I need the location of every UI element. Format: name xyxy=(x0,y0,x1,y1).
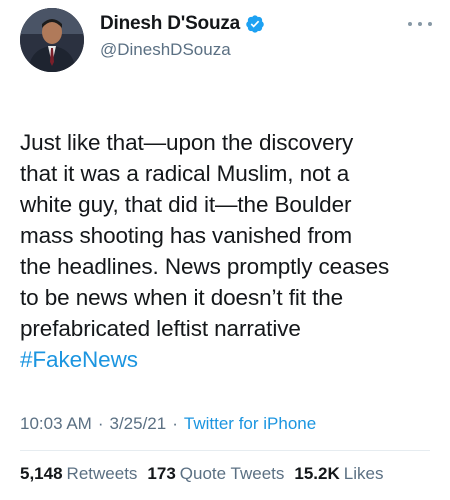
retweets-stat[interactable]: 5,148 Retweets xyxy=(20,464,137,484)
verified-badge-icon xyxy=(245,14,265,34)
retweets-label: Retweets xyxy=(66,464,138,483)
tweet-body: Just like that—upon the discovery that i… xyxy=(20,96,440,406)
retweets-count: 5,148 xyxy=(20,464,63,483)
avatar-image xyxy=(20,8,84,72)
meta-separator: · xyxy=(172,414,178,433)
divider xyxy=(20,450,430,451)
quote-tweets-stat[interactable]: 173 Quote Tweets xyxy=(147,464,284,484)
tweet-time[interactable]: 10:03 AM xyxy=(20,414,92,434)
meta-separator: · xyxy=(97,414,104,433)
tweet-source-link[interactable]: Twitter for iPhone xyxy=(184,414,316,434)
hashtag-link[interactable]: #FakeNews xyxy=(20,344,440,375)
author-name-row: Dinesh D'Souza xyxy=(100,12,265,36)
likes-count: 15.2K xyxy=(294,464,340,483)
avatar[interactable] xyxy=(20,8,84,72)
more-options-icon[interactable] xyxy=(408,18,432,30)
tweet-meta: 10:03 AM · 3/25/21 · Twitter for iPhone xyxy=(20,414,316,434)
quote-tweets-count: 173 xyxy=(147,464,176,483)
tweet-card: Dinesh D'Souza @DineshDSouza Just like t… xyxy=(0,0,450,500)
tweet-date[interactable]: 3/25/21 xyxy=(110,414,167,434)
likes-label: Likes xyxy=(343,464,384,483)
likes-stat[interactable]: 15.2K Likes xyxy=(294,464,383,484)
author-handle[interactable]: @DineshDSouza xyxy=(100,40,231,60)
tweet-text: Just like that—upon the discovery that i… xyxy=(20,130,390,341)
quote-tweets-label: Quote Tweets xyxy=(179,464,285,483)
tweet-stats: 5,148 Retweets 173 Quote Tweets 15.2K Likes xyxy=(20,464,393,484)
author-display-name[interactable]: Dinesh D'Souza xyxy=(100,13,240,35)
